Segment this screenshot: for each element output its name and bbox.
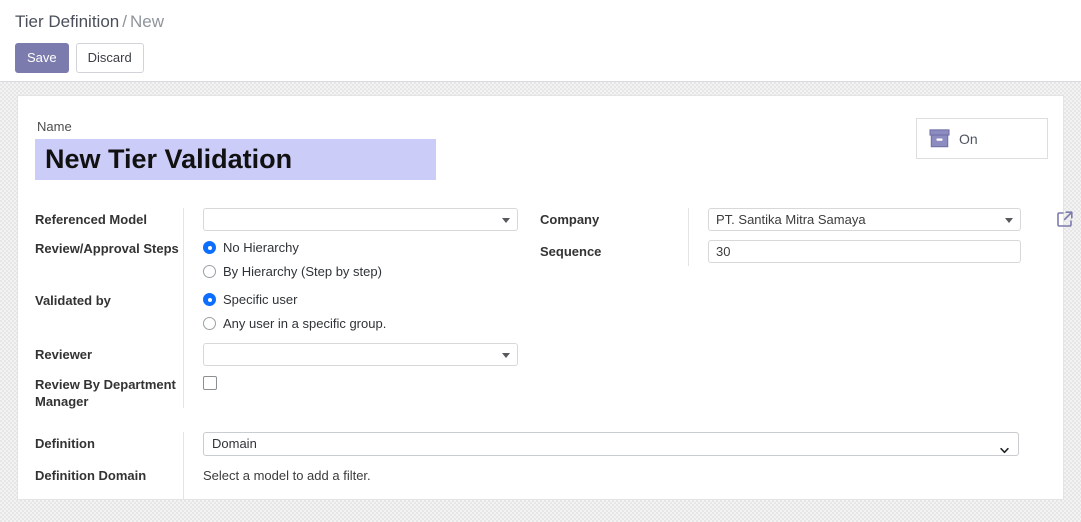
radio-option-no-hierarchy[interactable]: No Hierarchy: [203, 237, 540, 258]
save-button[interactable]: Save: [15, 43, 69, 73]
active-toggle-button[interactable]: On: [917, 119, 1047, 158]
field-row-company: Company PT. Santika Mitra Samaya: [540, 208, 1073, 231]
radio-any-user-group-icon[interactable]: [203, 317, 216, 330]
radio-any-user-group-label: Any user in a specific group.: [223, 315, 387, 331]
validated-by-label: Validated by: [35, 293, 111, 308]
breadcrumb: Tier Definition / New: [15, 11, 164, 33]
name-input[interactable]: New Tier Validation: [35, 139, 436, 180]
control-panel: Tier Definition / New Save Discard: [0, 0, 1081, 82]
archive-box-icon: [929, 129, 950, 148]
form-action-buttons: Save Discard: [15, 43, 144, 73]
reviewer-input[interactable]: [203, 343, 518, 366]
radio-specific-user-icon[interactable]: [203, 293, 216, 306]
review-by-department-manager-checkbox[interactable]: [203, 376, 217, 390]
definition-select[interactable]: Domain: [203, 432, 1019, 456]
company-label: Company: [540, 212, 600, 227]
field-row-referenced-model: Referenced Model: [35, 208, 540, 231]
form-group-left: Referenced Model Review/Approval Steps N…: [35, 208, 540, 410]
form-group-bottom: Definition Domain Definition Domain Sele…: [35, 432, 1035, 485]
form-group-right: Company PT. Santika Mitra Samaya Sequenc…: [540, 208, 1073, 263]
definition-domain-label: Definition Domain: [35, 468, 147, 483]
breadcrumb-current: New: [129, 12, 164, 31]
field-row-definition: Definition Domain: [35, 432, 1035, 456]
sequence-input[interactable]: 30: [708, 240, 1021, 263]
reviewer-label: Reviewer: [35, 347, 93, 362]
external-link-icon[interactable]: [1056, 210, 1074, 228]
discard-button[interactable]: Discard: [75, 43, 144, 73]
referenced-model-input[interactable]: [203, 208, 518, 231]
caret-down-icon: [1005, 217, 1013, 223]
radio-option-any-user-group[interactable]: Any user in a specific group.: [203, 313, 540, 334]
radio-specific-user-label: Specific user: [223, 291, 298, 307]
field-row-sequence: Sequence 30: [540, 240, 1050, 263]
sequence-label: Sequence: [540, 244, 602, 259]
field-row-reviewer: Reviewer: [35, 343, 540, 366]
radio-by-hierarchy-icon[interactable]: [203, 265, 216, 278]
name-label: Name: [37, 119, 72, 134]
caret-down-icon: [502, 217, 510, 223]
definition-domain-hint: Select a model to add a filter.: [203, 468, 371, 483]
form-sheet: Name New Tier Validation On Referenced M…: [17, 95, 1073, 500]
company-input[interactable]: PT. Santika Mitra Samaya: [708, 208, 1021, 231]
chevron-down-icon: [1000, 440, 1009, 454]
review-steps-radio-group: No Hierarchy By Hierarchy (Step by step): [193, 237, 540, 285]
field-row-definition-domain: Definition Domain Select a model to add …: [35, 464, 1035, 485]
radio-no-hierarchy-icon[interactable]: [203, 241, 216, 254]
definition-label: Definition: [35, 436, 95, 451]
review-by-department-manager-label: Review By Department Manager: [35, 377, 176, 409]
breadcrumb-separator: /: [122, 12, 127, 31]
breadcrumb-parent[interactable]: Tier Definition: [15, 12, 119, 31]
radio-option-by-hierarchy[interactable]: By Hierarchy (Step by step): [203, 261, 540, 282]
radio-by-hierarchy-label: By Hierarchy (Step by step): [223, 263, 382, 279]
radio-no-hierarchy-label: No Hierarchy: [223, 239, 299, 255]
field-row-review-steps: Review/Approval Steps No Hierarchy By Hi…: [35, 237, 540, 285]
radio-option-specific-user[interactable]: Specific user: [203, 289, 540, 310]
field-row-validated-by: Validated by Specific user Any user in a…: [35, 289, 540, 337]
record-title-area: Name New Tier Validation: [35, 119, 436, 180]
caret-down-icon: [502, 352, 510, 358]
review-steps-label: Review/Approval Steps: [35, 241, 179, 256]
field-row-review-by-department-manager: Review By Department Manager: [35, 373, 540, 410]
stat-button-label: On: [959, 130, 978, 147]
stat-button-box: On: [916, 118, 1048, 159]
referenced-model-label: Referenced Model: [35, 212, 147, 227]
validated-by-radio-group: Specific user Any user in a specific gro…: [193, 289, 540, 337]
form-view-background: Name New Tier Validation On Referenced M…: [0, 82, 1081, 522]
